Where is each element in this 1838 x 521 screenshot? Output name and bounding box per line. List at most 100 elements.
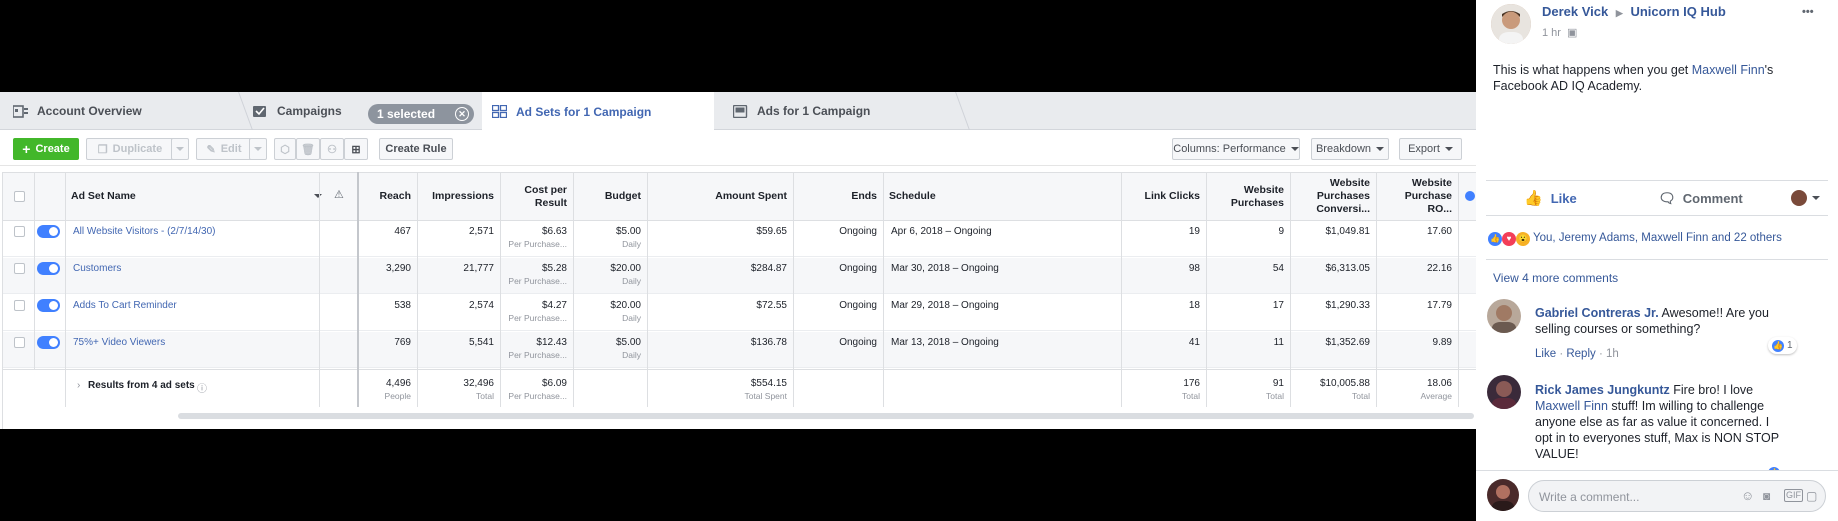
ad-set-name-link[interactable]: Customers	[73, 263, 121, 274]
header-ends[interactable]: Ends	[793, 173, 883, 220]
column-divider	[1206, 172, 1207, 407]
gif-icon[interactable]: GIF	[1784, 489, 1803, 502]
commenter-avatar[interactable]	[1487, 299, 1521, 333]
cell-purchases: 54	[1272, 263, 1284, 274]
duplicate-button[interactable]: ❐ Duplicate	[86, 138, 174, 160]
ad-sets-icon	[492, 105, 507, 118]
view-more-comments-link[interactable]: View 4 more comments	[1493, 270, 1618, 286]
author-name-link[interactable]: Derek Vick	[1542, 4, 1608, 19]
cell-cpr-sub: Per Purchase...	[508, 276, 567, 286]
header-ad-set-name[interactable]: Ad Set Name	[65, 173, 275, 220]
emoji-icon[interactable]: ☺	[1741, 488, 1754, 504]
comment-author-link[interactable]: Gabriel Contreras Jr.	[1535, 306, 1659, 320]
cell-spent: $284.87	[750, 263, 787, 274]
rules-button[interactable]: ⊞	[344, 138, 368, 160]
split-button[interactable]: ⚇	[320, 138, 344, 160]
ad-set-name-link[interactable]: All Website Visitors - (2/7/14/30)	[73, 226, 215, 237]
header-website-purchases[interactable]: Website Purchases	[1206, 173, 1290, 220]
header-impressions[interactable]: Impressions	[417, 173, 500, 220]
selected-filter-pill[interactable]: 1 selected ✕	[368, 104, 474, 124]
author-avatar[interactable]	[1491, 4, 1531, 44]
tab-ad-sets[interactable]: Ad Sets for 1 Campaign	[482, 92, 714, 131]
ab-test-button[interactable]: ⬡	[274, 138, 296, 160]
duplicate-dropdown[interactable]	[171, 138, 189, 160]
comment-like-count[interactable]: 👍 1	[1768, 337, 1797, 354]
breakdown-dropdown[interactable]: Breakdown	[1311, 138, 1389, 160]
rules-icon: ⊞	[351, 143, 361, 156]
ad-set-toggle[interactable]	[37, 299, 60, 312]
like-button[interactable]: 👍 Like	[1524, 181, 1577, 215]
add-column-icon[interactable]	[1465, 191, 1475, 201]
row-checkbox[interactable]	[14, 300, 25, 311]
column-divider	[319, 172, 320, 407]
header-amount-spent[interactable]: Amount Spent	[647, 173, 793, 220]
tab-account-overview[interactable]: Account Overview	[13, 92, 142, 130]
column-divider	[793, 172, 794, 407]
comment-button[interactable]: 🗨 Comment	[1658, 181, 1743, 215]
columns-dropdown[interactable]: Columns: Performance	[1172, 138, 1300, 160]
horizontal-scrollbar[interactable]	[178, 413, 1474, 419]
create-rule-button[interactable]: Create Rule	[379, 138, 453, 160]
tab-ads[interactable]: Ads for 1 Campaign	[733, 92, 870, 130]
more-options-icon[interactable]: •••	[1802, 4, 1814, 20]
person-avatar-icon	[1487, 479, 1519, 511]
comment-author-link[interactable]: Rick James Jungkuntz	[1535, 383, 1670, 397]
row-checkbox[interactable]	[14, 226, 25, 237]
reaction-identity-selector[interactable]	[1791, 181, 1820, 215]
header-website-purchases-conversion[interactable]: Website Purchases Conversi...	[1290, 173, 1376, 220]
export-dropdown[interactable]: Export	[1399, 138, 1462, 160]
header-budget[interactable]: Budget	[573, 173, 647, 220]
create-button[interactable]: + Create	[13, 138, 79, 160]
post-timestamp[interactable]: 1 hr ▣	[1542, 25, 1577, 41]
comment-reply-link[interactable]: Reply	[1566, 348, 1595, 360]
row-checkbox[interactable]	[14, 263, 25, 274]
edit-dropdown[interactable]	[249, 138, 267, 160]
reactions-summary[interactable]: 👍 ♥ 😮 You, Jeremy Adams, Maxwell Finn and …	[1488, 230, 1782, 246]
comment-time[interactable]: 1h	[1606, 348, 1619, 360]
table-row[interactable]: 75%+ Video Viewers 769 5,541 $12.43 $5.00 $13…	[3, 332, 1476, 368]
ad-set-name-link[interactable]: Adds To Cart Reminder	[73, 300, 177, 311]
tab-campaigns-label: Campaigns	[277, 104, 342, 118]
commenter-avatar[interactable]	[1487, 375, 1521, 409]
header-link-clicks[interactable]: Link Clicks	[1121, 173, 1206, 220]
tab-campaigns[interactable]: Campaigns	[253, 92, 342, 130]
clear-selection-icon[interactable]: ✕	[455, 107, 469, 121]
camera-icon[interactable]: ◙	[1763, 488, 1770, 504]
mention-link[interactable]: Maxwell Finn	[1692, 63, 1765, 77]
header-cost-per-result[interactable]: Cost per Result	[500, 173, 573, 220]
comment-label: Comment	[1682, 190, 1743, 206]
ad-set-name-link[interactable]: 75%+ Video Viewers	[73, 337, 165, 348]
ad-set-toggle[interactable]	[37, 336, 60, 349]
delete-button[interactable]: 🗑	[296, 138, 320, 160]
ad-sets-table: Ad Set Name ⚠ Reach Impressions Cost per…	[2, 172, 1476, 429]
group-name-link[interactable]: Unicorn IQ Hub	[1630, 4, 1725, 19]
total-conversion-value: $10,005.88	[1319, 378, 1370, 389]
edit-button[interactable]: ✎ Edit	[196, 138, 252, 160]
comment-input-placeholder: Write a comment...	[1539, 490, 1640, 504]
sort-chevron-icon[interactable]	[314, 194, 322, 198]
love-reaction-icon: ♥	[1502, 232, 1516, 246]
comment-input[interactable]: Write a comment... ☺ ◙ GIF ▢	[1528, 480, 1826, 512]
total-roas: 18.06	[1426, 378, 1452, 389]
post-action-bar: 👍 Like 🗨 Comment	[1486, 180, 1828, 216]
select-all-checkbox[interactable]	[14, 191, 25, 202]
ad-set-toggle[interactable]	[37, 225, 60, 238]
row-checkbox[interactable]	[14, 337, 25, 348]
mention-link[interactable]: Maxwell Finn	[1535, 399, 1608, 413]
table-row[interactable]: Adds To Cart Reminder 538 2,574 $4.27 $20.00…	[3, 295, 1476, 331]
header-schedule[interactable]: Schedule	[883, 173, 1121, 220]
header-website-purchase-roas[interactable]: Website Purchase RO...	[1376, 173, 1458, 220]
total-link-clicks-sub: Total	[1182, 391, 1200, 401]
duplicate-icon: ❐	[97, 143, 108, 156]
ad-set-toggle[interactable]	[37, 262, 60, 275]
sticker-icon[interactable]: ▢	[1806, 488, 1817, 504]
table-row[interactable]: Customers 3,290 21,777 $5.28 $20.00 $284.87 On…	[3, 258, 1476, 294]
toolbar: + Create ❐ Duplicate ✎ Edit ⬡ 🗑 ⚇ ⊞ Crea…	[0, 130, 1476, 166]
expand-chevron-icon[interactable]: ›	[77, 380, 80, 391]
table-row[interactable]: All Website Visitors - (2/7/14/30) 467 2,5…	[3, 221, 1476, 257]
comment-like-link[interactable]: Like	[1535, 348, 1556, 360]
cell-conv: $1,352.69	[1325, 337, 1371, 348]
header-reach[interactable]: Reach	[359, 173, 417, 220]
table-header-row: Ad Set Name ⚠ Reach Impressions Cost per…	[3, 172, 1476, 221]
cell-impressions: 2,571	[468, 226, 494, 237]
